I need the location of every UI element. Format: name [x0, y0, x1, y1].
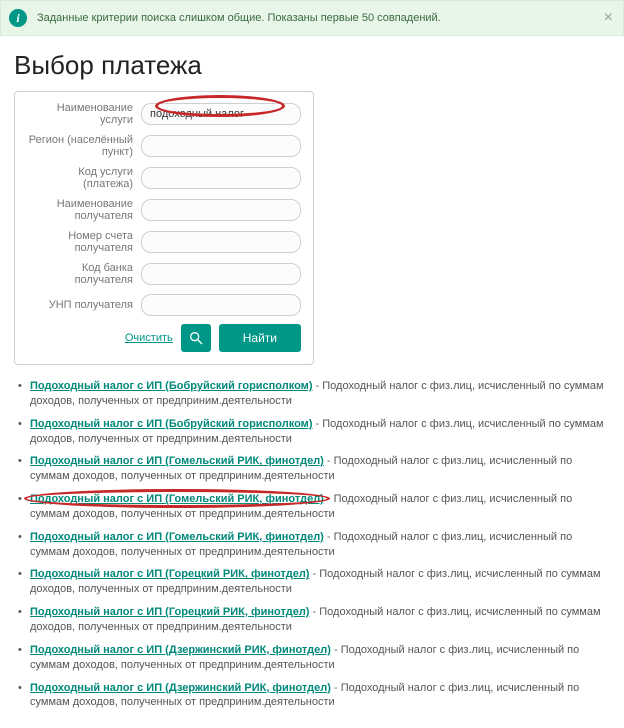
result-item: Подоходный налог с ИП (Горецкий РИК, фин…: [18, 567, 610, 597]
close-icon[interactable]: ×: [604, 10, 613, 26]
result-link[interactable]: Подоходный налог с ИП (Гомельский РИК, ф…: [30, 493, 324, 505]
info-alert: i Заданные критерии поиска слишком общие…: [0, 0, 624, 36]
result-link[interactable]: Подоходный налог с ИП (Бобруйский горисп…: [30, 380, 312, 392]
result-link[interactable]: Подоходный налог с ИП (Дзержинский РИК, …: [30, 644, 331, 656]
result-link[interactable]: Подоходный налог с ИП (Горецкий РИК, фин…: [30, 568, 309, 580]
search-icon: [188, 330, 204, 346]
input-recipient-account[interactable]: [141, 231, 301, 253]
alert-text: Заданные критерии поиска слишком общие. …: [37, 12, 441, 24]
result-link[interactable]: Подоходный налог с ИП (Дзержинский РИК, …: [30, 682, 331, 694]
label-recipient-unp: УНП получателя: [27, 299, 141, 311]
input-recipient-unp[interactable]: [141, 294, 301, 316]
info-icon: i: [9, 9, 27, 27]
label-service-code: Код услуги (платежа): [27, 166, 141, 190]
result-separator: -: [331, 644, 341, 656]
result-item: Подоходный налог с ИП (Гомельский РИК, ф…: [18, 454, 610, 484]
result-item: Подоходный налог с ИП (Гомельский РИК, ф…: [18, 530, 610, 560]
label-recipient-account: Номер счета получателя: [27, 230, 141, 254]
input-bank-code[interactable]: [141, 263, 301, 285]
search-icon-button[interactable]: [181, 324, 211, 352]
result-item: Подоходный налог с ИП (Дзержинский РИК, …: [18, 681, 610, 711]
find-button[interactable]: Найти: [219, 324, 301, 352]
page-title: Выбор платежа: [14, 50, 610, 81]
result-link[interactable]: Подоходный налог с ИП (Гомельский РИК, ф…: [30, 531, 324, 543]
input-service-name[interactable]: [141, 103, 301, 125]
result-item: Подоходный налог с ИП (Бобруйский горисп…: [18, 379, 610, 409]
result-separator: -: [312, 418, 322, 430]
result-link[interactable]: Подоходный налог с ИП (Гомельский РИК, ф…: [30, 455, 324, 467]
result-link[interactable]: Подоходный налог с ИП (Бобруйский горисп…: [30, 418, 312, 430]
result-separator: -: [324, 455, 334, 467]
results-list: Подоходный налог с ИП (Бобруйский горисп…: [14, 379, 610, 710]
clear-button[interactable]: Очистить: [125, 332, 173, 344]
result-link[interactable]: Подоходный налог с ИП (Горецкий РИК, фин…: [30, 606, 309, 618]
result-separator: -: [312, 380, 322, 392]
result-separator: -: [324, 531, 334, 543]
label-region: Регион (населённый пункт): [27, 134, 141, 158]
input-region[interactable]: [141, 135, 301, 157]
result-item: Подоходный налог с ИП (Горецкий РИК, фин…: [18, 605, 610, 635]
result-item: Подоходный налог с ИП (Гомельский РИК, ф…: [18, 492, 610, 522]
result-item: Подоходный налог с ИП (Бобруйский горисп…: [18, 417, 610, 447]
label-recipient-name: Наименование получателя: [27, 198, 141, 222]
result-separator: -: [331, 682, 341, 694]
input-service-code[interactable]: [141, 167, 301, 189]
result-separator: -: [309, 568, 319, 580]
result-item: Подоходный налог с ИП (Дзержинский РИК, …: [18, 643, 610, 673]
search-form: Наименование услуги Регион (населённый п…: [14, 91, 314, 365]
result-separator: -: [324, 493, 334, 505]
input-recipient-name[interactable]: [141, 199, 301, 221]
result-separator: -: [309, 606, 319, 618]
label-bank-code: Код банка получателя: [27, 262, 141, 286]
label-service-name: Наименование услуги: [27, 102, 141, 126]
